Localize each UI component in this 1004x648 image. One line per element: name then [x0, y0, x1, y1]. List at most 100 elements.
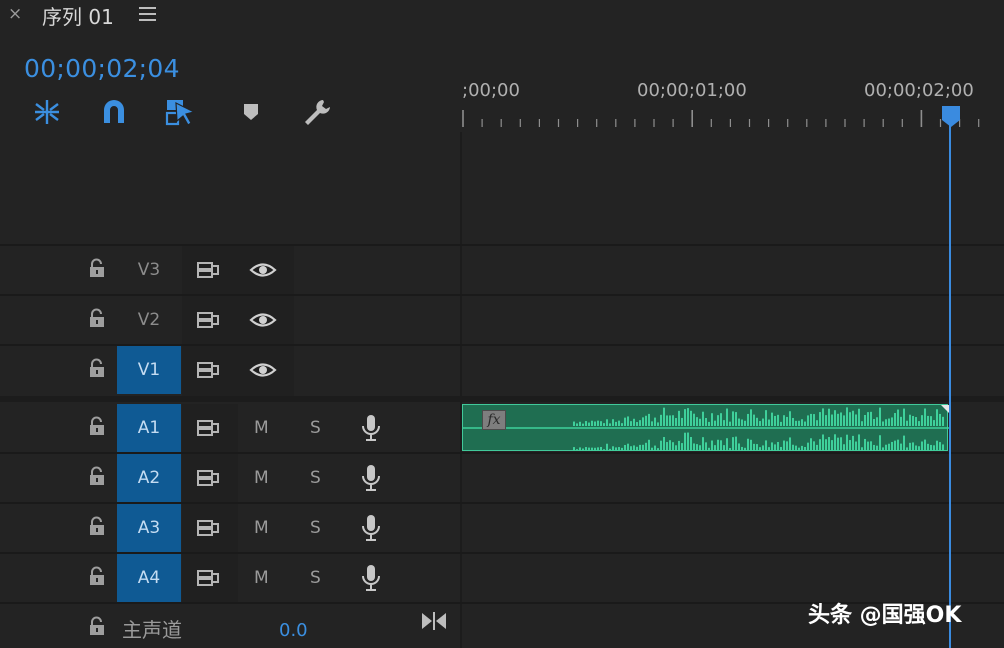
waveform-bar: [681, 417, 683, 426]
sync-lock-icon[interactable]: [196, 308, 222, 332]
linked-selection-icon[interactable]: [163, 97, 197, 127]
eye-icon[interactable]: [249, 360, 277, 380]
microphone-icon[interactable]: [360, 564, 382, 592]
hamburger-icon[interactable]: [139, 7, 156, 22]
sync-lock-icon[interactable]: [196, 258, 222, 282]
waveform-bar: [936, 409, 938, 426]
lock-icon[interactable]: [88, 566, 106, 590]
waveform-bar: [768, 419, 770, 426]
go-to-in-out-icon[interactable]: [421, 610, 447, 636]
waveform-bar: [702, 411, 704, 426]
waveform-bar: [636, 422, 638, 426]
solo-button-a1[interactable]: S: [310, 418, 321, 438]
waveform-bar: [714, 420, 716, 426]
track-target-v3[interactable]: V3: [117, 246, 181, 294]
snap-icon[interactable]: [97, 97, 131, 127]
add-marker-icon[interactable]: [234, 97, 268, 127]
sync-lock-icon[interactable]: [196, 416, 222, 440]
settings-wrench-icon[interactable]: [300, 97, 334, 127]
waveform-bar: [927, 415, 929, 426]
solo-button-a2[interactable]: S: [310, 468, 321, 488]
microphone-icon[interactable]: [360, 414, 382, 442]
playhead-handle[interactable]: [940, 104, 962, 128]
waveform-bar: [720, 413, 722, 426]
waveform-bar: [831, 414, 833, 426]
track-target-v2[interactable]: V2: [117, 296, 181, 344]
lock-icon[interactable]: [88, 466, 106, 490]
waveform-bar: [834, 434, 836, 451]
close-icon[interactable]: ×: [8, 4, 22, 24]
mute-button-a1[interactable]: M: [254, 418, 269, 438]
waveform-bar: [822, 434, 824, 451]
waveform-bar: [675, 445, 677, 451]
sync-lock-icon[interactable]: [196, 566, 222, 590]
waveform-bar: [675, 418, 677, 426]
mute-button-a4[interactable]: M: [254, 568, 269, 588]
lock-icon[interactable]: [88, 258, 106, 282]
waveform-bar: [891, 441, 893, 451]
waveform-bar: [648, 413, 650, 426]
lock-icon[interactable]: [88, 308, 106, 332]
waveform-bar: [597, 420, 599, 426]
lock-icon[interactable]: [88, 616, 106, 640]
waveform-bar: [723, 420, 725, 426]
waveform-bar: [699, 445, 701, 451]
master-volume-value[interactable]: 0.0: [279, 620, 308, 641]
waveform-bar: [621, 447, 623, 451]
waveform-bar: [816, 420, 818, 426]
playhead-line[interactable]: [949, 110, 951, 648]
microphone-icon[interactable]: [360, 514, 382, 542]
waveform-bar: [573, 421, 575, 426]
track-target-v1[interactable]: V1: [117, 346, 181, 394]
sync-lock-icon[interactable]: [196, 466, 222, 490]
solo-button-a4[interactable]: S: [310, 568, 321, 588]
waveform-bar: [645, 415, 647, 426]
waveform-bar: [777, 414, 779, 426]
waveform-bar: [915, 417, 917, 426]
waveform-bar: [603, 423, 605, 426]
waveform-bar: [915, 445, 917, 451]
sync-lock-icon[interactable]: [196, 516, 222, 540]
microphone-icon[interactable]: [360, 464, 382, 492]
waveform-bar: [837, 437, 839, 451]
ruler-label: 00;00;01;00: [637, 80, 747, 101]
audio-waveform: [463, 405, 949, 451]
fx-badge[interactable]: fx: [482, 410, 506, 430]
waveform-bar: [792, 417, 794, 426]
track-target-a4[interactable]: A4: [117, 554, 181, 602]
lock-icon[interactable]: [88, 416, 106, 440]
eye-icon[interactable]: [249, 310, 277, 330]
sync-lock-icon[interactable]: [196, 358, 222, 382]
waveform-bar: [741, 419, 743, 426]
waveform-bar: [660, 440, 662, 451]
waveform-bar: [756, 444, 758, 451]
mute-button-a2[interactable]: M: [254, 468, 269, 488]
waveform-bar: [699, 418, 701, 426]
waveform-bar: [603, 449, 605, 451]
ripple-insert-icon[interactable]: [30, 97, 64, 127]
watermark-text: 头条 @国强OK: [808, 603, 962, 628]
mute-button-a3[interactable]: M: [254, 518, 269, 538]
track-target-a1[interactable]: A1: [117, 404, 181, 452]
audio-clip[interactable]: [462, 404, 949, 451]
waveform-bar: [612, 419, 614, 426]
time-ruler[interactable]: ;00;00 00;00;01;00 00;00;02;00: [462, 72, 1004, 130]
waveform-bar: [654, 417, 656, 426]
waveform-bar: [678, 410, 680, 426]
eye-icon[interactable]: [249, 260, 277, 280]
solo-button-a3[interactable]: S: [310, 518, 321, 538]
lock-icon[interactable]: [88, 516, 106, 540]
playhead-timecode[interactable]: 00;00;02;04: [24, 54, 180, 83]
waveform-bar: [687, 408, 689, 426]
waveform-bar: [909, 414, 911, 426]
timeline-tracks-area[interactable]: [460, 132, 1004, 648]
sequence-tab-title[interactable]: 序列 01: [42, 1, 114, 30]
waveform-bar: [606, 419, 608, 426]
waveform-bar: [900, 443, 902, 451]
track-target-a2[interactable]: A2: [117, 454, 181, 502]
lock-icon[interactable]: [88, 358, 106, 382]
waveform-bar: [939, 413, 941, 426]
waveform-bar: [858, 434, 860, 451]
waveform-bar: [852, 410, 854, 426]
track-target-a3[interactable]: A3: [117, 504, 181, 552]
